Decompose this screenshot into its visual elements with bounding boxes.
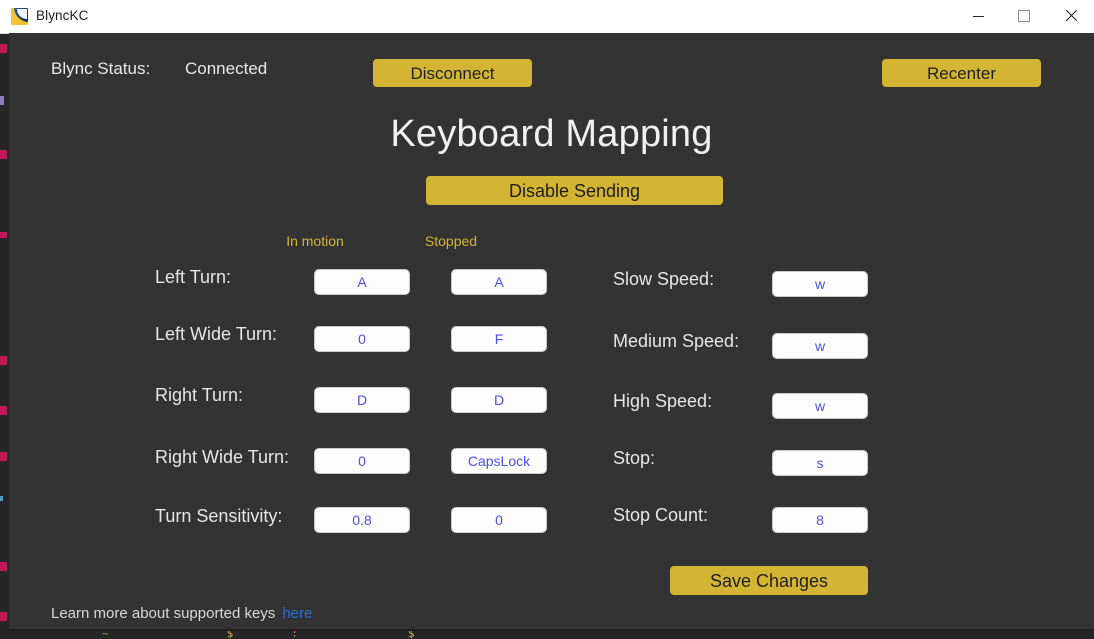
input-left-turn-in-motion[interactable]: A: [314, 269, 410, 295]
application-window: BlyncKC Blync Status: Connected Disconne…: [0, 0, 1094, 636]
label-stop-count: Stop Count:: [613, 505, 709, 525]
label-slow-speed: Slow Speed:: [613, 269, 715, 289]
column-header-stopped: Stopped: [424, 233, 478, 249]
input-right-turn-in-motion[interactable]: D: [314, 387, 410, 413]
supported-keys-link[interactable]: here: [282, 605, 312, 622]
input-medium-speed[interactable]: w: [772, 333, 868, 359]
app-content: Blync Status: Connected Disconnect Recen…: [9, 33, 1094, 629]
title-bar: BlyncKC: [0, 0, 1094, 34]
recenter-button[interactable]: Recenter: [882, 59, 1041, 87]
label-turn-sensitivity: Turn Sensitivity:: [155, 506, 283, 526]
label-left-wide-turn: Left Wide Turn:: [155, 324, 278, 344]
input-right-wide-turn-in-motion[interactable]: 0: [314, 448, 410, 474]
disable-sending-button[interactable]: Disable Sending: [426, 176, 723, 205]
blync-app-icon: [11, 8, 28, 25]
maximize-button[interactable]: [1001, 0, 1047, 32]
disconnect-button[interactable]: Disconnect: [373, 59, 532, 87]
close-icon: [1048, 0, 1094, 32]
input-right-wide-turn-stopped[interactable]: CapsLock: [451, 448, 547, 474]
close-button[interactable]: [1048, 0, 1094, 32]
input-turn-sensitivity-in-motion[interactable]: 0.8: [314, 507, 410, 533]
blync-status-value: Connected: [185, 59, 268, 78]
label-right-turn: Right Turn:: [155, 385, 244, 405]
save-changes-button[interactable]: Save Changes: [670, 566, 868, 595]
column-header-in-motion: In motion: [286, 233, 344, 249]
label-stop: Stop:: [613, 448, 656, 468]
footer-note: Learn more about supported keys here: [51, 605, 312, 622]
input-left-turn-stopped[interactable]: A: [451, 269, 547, 295]
input-high-speed[interactable]: w: [772, 393, 868, 419]
maximize-icon: [1001, 0, 1047, 32]
page-title: Keyboard Mapping: [390, 113, 713, 155]
input-stop-count[interactable]: 8: [772, 507, 868, 533]
minimize-button[interactable]: [955, 0, 1001, 32]
footer-note-text: Learn more about supported keys: [51, 605, 276, 622]
label-left-turn: Left Turn:: [155, 267, 232, 287]
label-high-speed: High Speed:: [613, 391, 713, 411]
input-turn-sensitivity-stopped[interactable]: 0: [451, 507, 547, 533]
label-right-wide-turn: Right Wide Turn:: [155, 447, 290, 467]
window-title: BlyncKC: [36, 8, 89, 23]
label-medium-speed: Medium Speed:: [613, 331, 740, 351]
input-stop[interactable]: s: [772, 450, 868, 476]
input-slow-speed[interactable]: w: [772, 271, 868, 297]
minimize-icon: [955, 0, 1001, 32]
input-right-turn-stopped[interactable]: D: [451, 387, 547, 413]
input-left-wide-turn-stopped[interactable]: F: [451, 326, 547, 352]
input-left-wide-turn-in-motion[interactable]: 0: [314, 326, 410, 352]
blync-status-label: Blync Status:: [51, 59, 151, 78]
